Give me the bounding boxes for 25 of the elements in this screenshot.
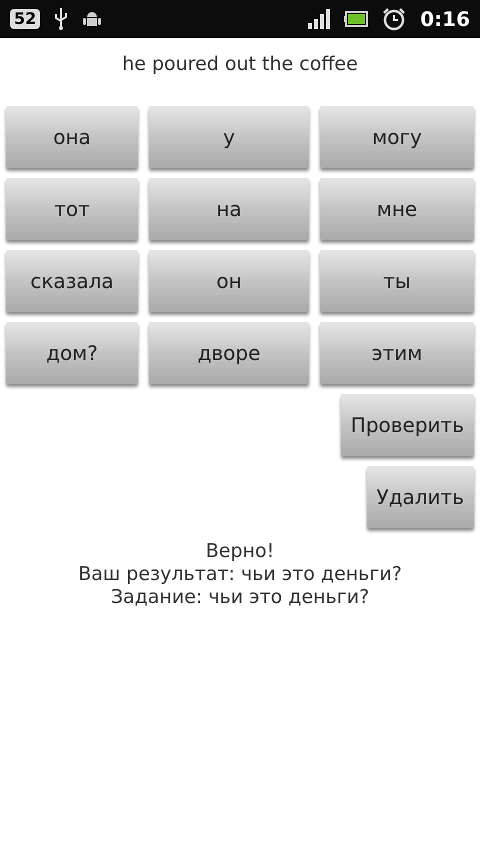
clock: 0:16 bbox=[420, 6, 470, 33]
action-button[interactable]: Проверить bbox=[340, 394, 474, 456]
usb-icon bbox=[54, 8, 68, 30]
word-button[interactable]: она bbox=[6, 106, 138, 168]
signal-icon bbox=[308, 9, 330, 29]
word-button[interactable]: он bbox=[149, 250, 309, 312]
word-button[interactable]: этим bbox=[320, 322, 474, 384]
word-button[interactable]: у bbox=[149, 106, 309, 168]
word-button[interactable]: дом? bbox=[6, 322, 138, 384]
prompt-text: he poured out the coffee bbox=[121, 52, 359, 77]
word-button[interactable]: могу bbox=[320, 106, 474, 168]
word-button[interactable]: сказала bbox=[6, 250, 138, 312]
word-button[interactable]: мне bbox=[320, 178, 474, 240]
word-button[interactable]: на bbox=[149, 178, 309, 240]
battery-icon bbox=[344, 11, 368, 27]
word-button[interactable]: тот bbox=[6, 178, 138, 240]
android-icon bbox=[82, 9, 102, 29]
result-text: Задание: чьи это деньги? bbox=[110, 586, 370, 608]
result-text: Верно! bbox=[206, 540, 274, 562]
action-button[interactable]: Удалить bbox=[366, 466, 474, 528]
word-button[interactable]: ты bbox=[320, 250, 474, 312]
alarm-icon bbox=[382, 7, 406, 31]
word-button[interactable]: дворе bbox=[149, 322, 309, 384]
result-text: Ваш результат: чьи это деньги? bbox=[78, 562, 402, 586]
notification-count: 52 bbox=[10, 9, 40, 29]
